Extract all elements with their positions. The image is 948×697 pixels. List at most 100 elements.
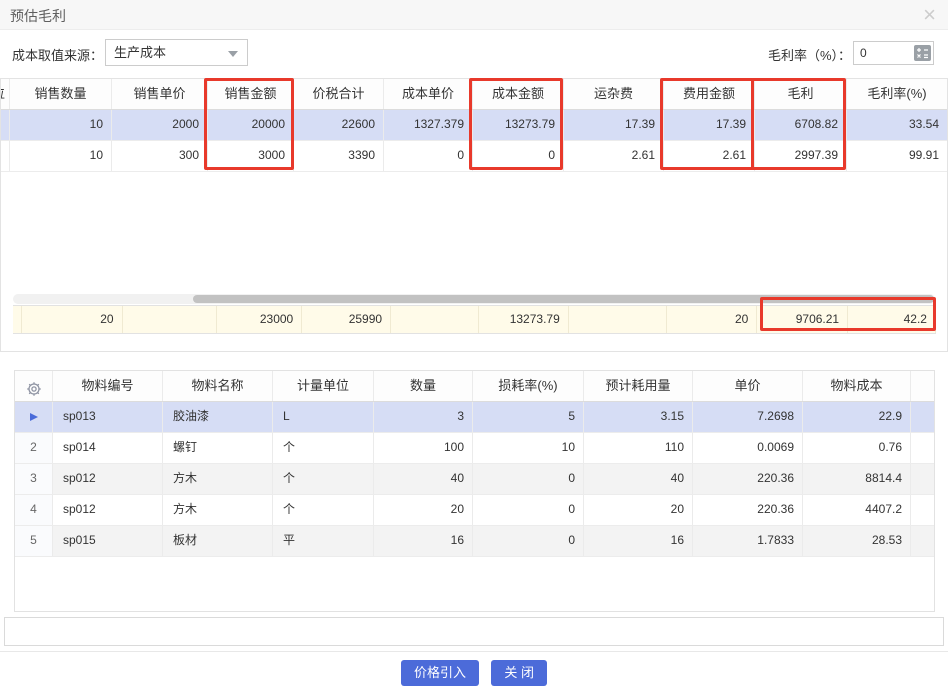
cell: 个 (273, 495, 374, 525)
table-row[interactable]: 10 300 3000 3390 0 0 2.61 2.61 2997.39 9… (1, 141, 947, 172)
cell: 1.7833 (693, 526, 803, 556)
column-header-estimated-usage: 预计耗用量 (584, 371, 693, 401)
cell: 22600 (294, 110, 384, 140)
cell: 1327.379 (384, 110, 473, 140)
cell: 20 (374, 495, 473, 525)
table-row[interactable]: 10 2000 20000 22600 1327.379 13273.79 17… (1, 110, 947, 141)
cell: 33.54 (847, 110, 947, 140)
summary-cell (123, 306, 218, 333)
summary-cell: 20 (667, 306, 757, 333)
cell: 100 (374, 433, 473, 463)
cost-source-value: 生产成本 (114, 45, 166, 60)
cell: 7.2698 (693, 402, 803, 432)
cell: 0 (473, 464, 584, 494)
cost-source-select[interactable]: 生产成本 (105, 39, 248, 66)
summary-cell: 9706.21 (757, 306, 848, 333)
column-header-unit-clipped: 位 (1, 79, 10, 109)
column-header-unit-price: 单价 (693, 371, 803, 401)
cell: 2.61 (664, 141, 755, 171)
cell: sp012 (53, 495, 163, 525)
horizontal-scrollbar[interactable] (13, 294, 935, 304)
margin-rate-label: 毛利率（%）： (768, 45, 851, 64)
summary-cell: 13273.79 (479, 306, 569, 333)
cell: 0 (473, 495, 584, 525)
sales-table: 位 销售数量 销售单价 销售金额 价税合计 成本单价 成本金额 运杂费 费用金额… (0, 78, 948, 352)
summary-cell: 42.2 (848, 306, 936, 333)
cell: 0 (473, 526, 584, 556)
materials-table-header: 物料编号 物料名称 计量单位 数量 损耗率(%) 预计耗用量 单价 物料成本 (15, 371, 934, 402)
row-number: 5 (15, 526, 53, 556)
column-header-sales-amount: 销售金额 (208, 79, 294, 109)
calculator-icon[interactable] (914, 45, 931, 61)
summary-cell: 25990 (302, 306, 391, 333)
column-header-qty: 数量 (374, 371, 473, 401)
table-row[interactable]: 2 sp014 螺钉 个 100 10 110 0.0069 0.76 (15, 433, 934, 464)
cell: 0.0069 (693, 433, 803, 463)
column-header-freight: 运杂费 (564, 79, 664, 109)
row-marker (15, 402, 53, 432)
summary-row: 20 23000 25990 13273.79 20 9706.21 42.2 (13, 305, 936, 334)
column-header-cost-amount: 成本金额 (473, 79, 564, 109)
cell: 胶油漆 (163, 402, 273, 432)
price-import-button[interactable]: 价格引入 (401, 660, 479, 686)
empty-grid-area (1, 172, 947, 295)
grid-footer-strip (4, 617, 944, 646)
cell: sp012 (53, 464, 163, 494)
cell: sp014 (53, 433, 163, 463)
table-row[interactable]: 4 sp012 方木 个 20 0 20 220.36 4407.2 (15, 495, 934, 526)
cell: 3.15 (584, 402, 693, 432)
cell: 方木 (163, 495, 273, 525)
table-row[interactable]: 5 sp015 板材 平 16 0 16 1.7833 28.53 (15, 526, 934, 557)
close-button[interactable]: 关 闭 (491, 660, 547, 686)
column-header-sales-qty: 销售数量 (10, 79, 112, 109)
cell: 22.9 (803, 402, 911, 432)
scrollbar-thumb[interactable] (193, 295, 934, 303)
cell: 13273.79 (473, 110, 564, 140)
cell: 个 (273, 464, 374, 494)
cell: 99.91 (847, 141, 947, 171)
cell: 0.76 (803, 433, 911, 463)
cell: 个 (273, 433, 374, 463)
margin-rate-input[interactable] (854, 42, 912, 64)
column-header-unit: 计量单位 (273, 371, 374, 401)
cell: 2.61 (564, 141, 664, 171)
summary-cell: 23000 (217, 306, 302, 333)
gear-icon[interactable] (26, 378, 42, 401)
cell: 28.53 (803, 526, 911, 556)
cell: 20000 (208, 110, 294, 140)
table-row[interactable]: 3 sp012 方木 个 40 0 40 220.36 8814.4 (15, 464, 934, 495)
summary-cell (391, 306, 479, 333)
close-icon[interactable]: × (923, 0, 936, 30)
row-number: 2 (15, 433, 53, 463)
column-header-material-name: 物料名称 (163, 371, 273, 401)
footer-divider (0, 651, 948, 652)
column-header-material-cost: 物料成本 (803, 371, 911, 401)
column-header-expense-amount: 费用金额 (664, 79, 755, 109)
cell: 17.39 (664, 110, 755, 140)
column-header-gross-margin: 毛利率(%) (847, 79, 947, 109)
sales-table-header: 位 销售数量 销售单价 销售金额 价税合计 成本单价 成本金额 运杂费 费用金额… (1, 79, 947, 110)
cell: 40 (374, 464, 473, 494)
cell: 8814.4 (803, 464, 911, 494)
cell: 2997.39 (755, 141, 847, 171)
cell: 平 (273, 526, 374, 556)
column-config-cell (15, 371, 53, 401)
materials-table: 物料编号 物料名称 计量单位 数量 损耗率(%) 预计耗用量 单价 物料成本 s… (14, 370, 935, 612)
column-header-loss-rate: 损耗率(%) (473, 371, 584, 401)
column-header-cost-price: 成本单价 (384, 79, 473, 109)
cell: 110 (584, 433, 693, 463)
column-header-sales-price: 销售单价 (112, 79, 208, 109)
table-row[interactable]: sp013 胶油漆 L 3 5 3.15 7.2698 22.9 (15, 402, 934, 433)
column-header-tax-total: 价税合计 (294, 79, 384, 109)
cell: sp015 (53, 526, 163, 556)
cell: 10 (10, 141, 112, 171)
cell: 3390 (294, 141, 384, 171)
cell: 螺钉 (163, 433, 273, 463)
margin-rate-field-wrap (853, 41, 934, 65)
cell: 220.36 (693, 495, 803, 525)
chevron-down-icon (228, 51, 238, 57)
cell: sp013 (53, 402, 163, 432)
cell: 4407.2 (803, 495, 911, 525)
column-header-gross-profit: 毛利 (755, 79, 847, 109)
cell: 16 (584, 526, 693, 556)
